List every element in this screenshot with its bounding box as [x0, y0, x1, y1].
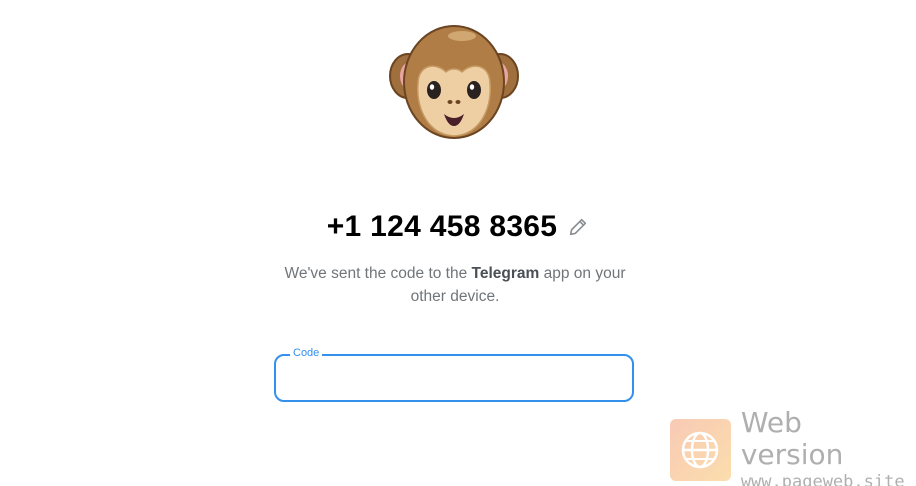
description-app-name: Telegram — [471, 265, 540, 282]
description-prefix: We've sent the code to the — [284, 265, 472, 282]
globe-icon — [670, 419, 731, 481]
watermark-title: Web version — [740, 406, 844, 471]
code-label: Code — [290, 346, 323, 360]
code-sent-description: We've sent the code to the Telegram app … — [270, 262, 640, 308]
phone-row: +1 124 458 8365 — [0, 210, 916, 244]
phone-number: +1 124 458 8365 — [326, 210, 558, 243]
watermark-text: Web version www.pageweb.site — [741, 407, 910, 486]
login-code-page: +1 124 458 8365 We've sent the code to t… — [0, 0, 916, 486]
watermark-url: www.pageweb.site — [740, 472, 905, 486]
watermark: Web version www.pageweb.site — [670, 407, 910, 486]
code-input[interactable] — [274, 354, 634, 402]
monkey-face-icon — [388, 22, 520, 142]
code-field: Code — [274, 346, 634, 402]
pencil-icon[interactable] — [567, 216, 589, 238]
